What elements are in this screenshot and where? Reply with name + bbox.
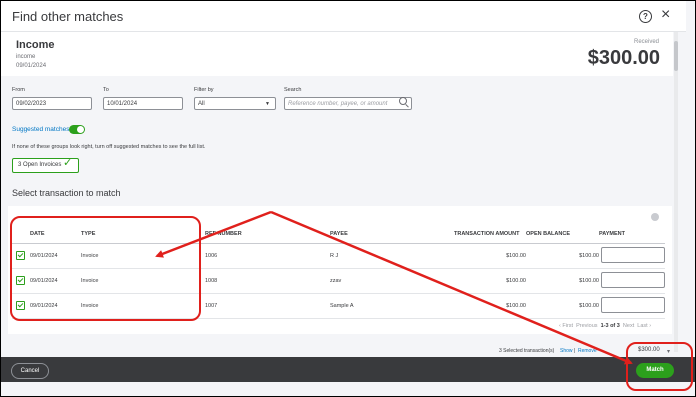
annotation-arrow-rows bbox=[155, 210, 272, 258]
annotation-arrow-match bbox=[270, 210, 633, 365]
annotation-arrows bbox=[155, 210, 633, 365]
match-dialog: Find other matches ? × Income income 09/… bbox=[0, 0, 696, 397]
